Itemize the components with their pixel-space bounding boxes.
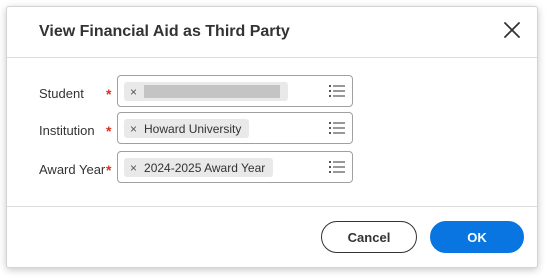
- dialog-footer: Cancel OK: [7, 206, 537, 267]
- award-year-field[interactable]: × 2024-2025 Award Year: [117, 151, 353, 183]
- student-value-redacted: [144, 85, 281, 98]
- student-required-marker: *: [106, 86, 112, 102]
- award-year-label: Award Year: [39, 162, 106, 177]
- dialog-header: View Financial Aid as Third Party: [7, 7, 537, 58]
- institution-selected-pill: × Howard University: [124, 119, 250, 138]
- list-prompt-icon[interactable]: [329, 160, 345, 174]
- remove-award-year-icon[interactable]: ×: [130, 161, 137, 175]
- list-prompt-icon[interactable]: [329, 121, 345, 135]
- institution-field[interactable]: × Howard University: [117, 112, 353, 144]
- institution-row: Institution * × Howard University: [7, 112, 537, 148]
- list-prompt-icon[interactable]: [329, 84, 345, 98]
- student-field[interactable]: ×: [117, 75, 353, 107]
- close-icon[interactable]: [501, 19, 523, 41]
- remove-institution-icon[interactable]: ×: [130, 122, 137, 136]
- award-year-selected-pill: × 2024-2025 Award Year: [124, 158, 274, 177]
- cancel-button[interactable]: Cancel: [321, 221, 417, 253]
- student-selected-pill: ×: [124, 82, 289, 101]
- ok-button[interactable]: OK: [430, 221, 524, 253]
- remove-student-icon[interactable]: ×: [130, 85, 137, 99]
- student-row: Student * ×: [7, 75, 537, 111]
- institution-required-marker: *: [106, 123, 112, 139]
- institution-value: Howard University: [144, 121, 242, 136]
- dialog-title: View Financial Aid as Third Party: [39, 23, 290, 40]
- award-year-value: 2024-2025 Award Year: [144, 160, 266, 175]
- student-label: Student: [39, 86, 84, 101]
- institution-label: Institution: [39, 123, 95, 138]
- award-year-required-marker: *: [106, 162, 112, 178]
- award-year-row: Award Year * × 2024-2025 Award Year: [7, 151, 537, 187]
- financial-aid-dialog: View Financial Aid as Third Party Studen…: [6, 6, 538, 268]
